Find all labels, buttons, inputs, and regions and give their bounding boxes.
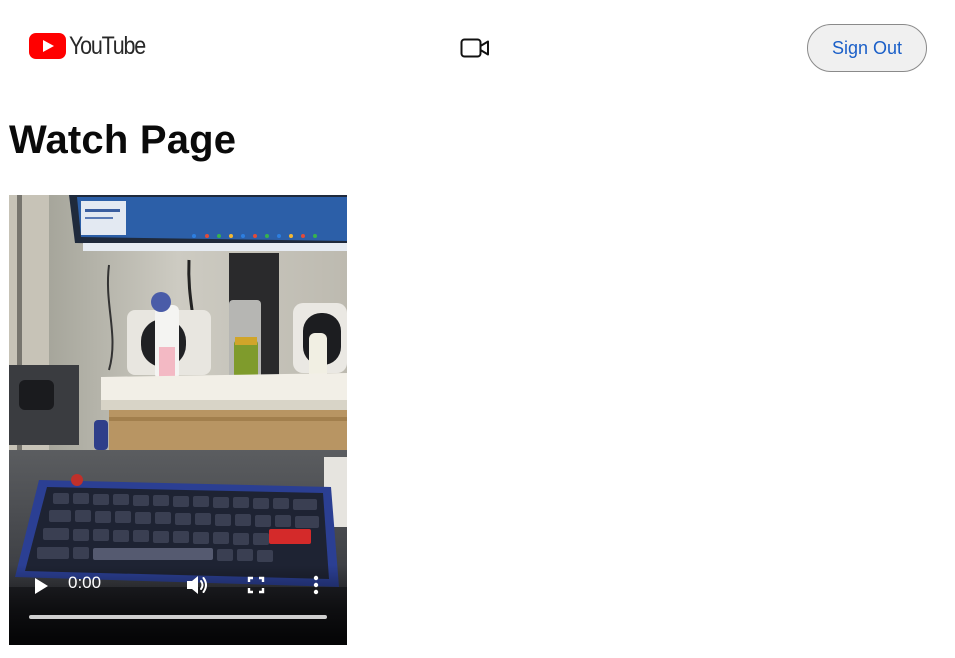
sign-out-button[interactable]: Sign Out: [807, 24, 927, 72]
video-player[interactable]: 0:00: [9, 195, 347, 645]
fullscreen-icon[interactable]: [247, 576, 265, 594]
logo-wordmark: YouTube: [69, 32, 146, 60]
youtube-logo[interactable]: YouTube: [29, 32, 157, 60]
more-options-icon[interactable]: [310, 575, 322, 595]
top-bar: YouTube Sign Out: [0, 0, 955, 96]
play-icon[interactable]: [31, 576, 51, 596]
volume-icon[interactable]: [185, 574, 209, 596]
current-time: 0:00: [68, 573, 102, 592]
page-title: Watch Page: [9, 118, 237, 162]
progress-bar[interactable]: [29, 615, 327, 619]
video-controls-bar: [9, 565, 347, 645]
video-camera-icon[interactable]: [459, 36, 491, 60]
youtube-play-icon: [29, 33, 66, 59]
